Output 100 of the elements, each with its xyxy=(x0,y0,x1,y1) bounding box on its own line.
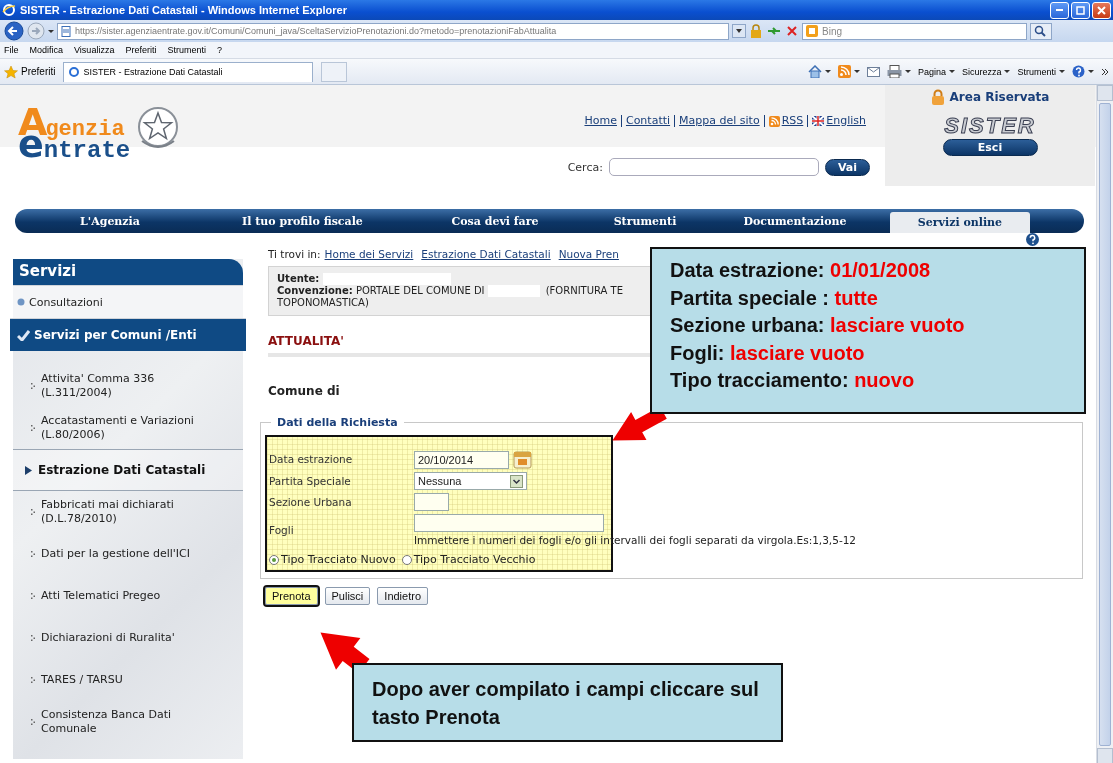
radio-label: Tipo Tracciato Nuovo xyxy=(281,553,396,566)
fieldset-legend: Dati della Richiesta xyxy=(271,416,404,429)
favorites-button[interactable]: Preferiti xyxy=(21,66,56,77)
field-label: Sezione Urbana xyxy=(269,496,353,508)
minimize-button[interactable] xyxy=(1050,1,1069,19)
header-link[interactable]: Mappa del sito xyxy=(674,115,764,127)
caret-icon xyxy=(1088,70,1094,73)
sidebar-subitem[interactable]: TARES / TARSU xyxy=(13,659,243,701)
search-icon[interactable] xyxy=(1030,22,1052,40)
sidebar-item[interactable]: Servizi per Comuni /Enti xyxy=(10,318,246,351)
menu-item[interactable]: ? xyxy=(216,45,222,55)
caret-icon xyxy=(1059,70,1065,73)
breadcrumb-link[interactable]: Estrazione Dati Catastali xyxy=(421,248,551,260)
printer-icon[interactable] xyxy=(886,65,902,78)
nav-tab[interactable]: Strumenti xyxy=(590,209,700,233)
maximize-icon xyxy=(1076,5,1085,15)
page-icon xyxy=(61,25,71,37)
sidebar-item[interactable]: Consultazioni xyxy=(13,285,243,318)
form-button[interactable]: Pulisci xyxy=(324,587,371,605)
select-field[interactable]: Nessuna xyxy=(414,472,527,490)
toolbar-menu[interactable]: Sicurezza xyxy=(961,66,1002,77)
date-field[interactable]: 20/10/2014 xyxy=(414,451,509,469)
search-field[interactable]: Bing xyxy=(802,22,1027,40)
browser-icon xyxy=(2,3,16,17)
sidebar-subitem[interactable]: Accatastamenti e Variazioni (L.80/2006) xyxy=(13,407,243,449)
back-icon[interactable] xyxy=(4,21,24,41)
feed-icon[interactable] xyxy=(837,65,851,78)
address-field[interactable]: https://sister.agenziaentrate.gov.it/Comuni/Comuni_java/SceltaServizioPrenotazioni.do?metodo=prenotazioniFabAttualita xyxy=(57,22,729,40)
mail-icon[interactable] xyxy=(866,66,880,77)
breadcrumb-label: Ti trovi in: xyxy=(268,248,321,260)
nav-tab[interactable]: Servizi online xyxy=(890,212,1030,233)
radio-label: Tipo Tracciato Vecchio xyxy=(413,553,536,566)
search-field[interactable] xyxy=(608,158,819,176)
menu-item[interactable]: Strumenti xyxy=(167,45,206,55)
nav-tab[interactable]: Il tuo profilo fiscale xyxy=(205,209,400,233)
sidebar-subitem[interactable]: Estrazione Dati Catastali xyxy=(13,449,243,491)
sidebar-subitem[interactable]: Consistenza Banca Dati Comunale xyxy=(13,701,243,743)
breadcrumb-link[interactable]: Home dei Servizi xyxy=(324,248,414,260)
bullet-icon xyxy=(31,509,35,515)
input-field[interactable] xyxy=(414,514,604,532)
input-field[interactable] xyxy=(414,493,449,511)
caret-icon xyxy=(853,70,860,73)
help-icon[interactable] xyxy=(1026,233,1039,246)
logout-button[interactable]: Esci xyxy=(942,139,1038,156)
municipality-label: Comune di xyxy=(268,384,341,398)
form-button[interactable]: Indietro xyxy=(377,587,429,605)
calendar-icon[interactable] xyxy=(513,449,533,469)
callout-label: Data estrazione: xyxy=(670,259,825,281)
maximize-button[interactable] xyxy=(1071,1,1090,19)
bullet-icon xyxy=(31,551,35,557)
caret-icon xyxy=(1004,70,1011,73)
sidebar-title: Servizi xyxy=(13,259,243,285)
help-icon[interactable] xyxy=(1072,65,1085,78)
nav-tab[interactable]: Cosa devi fare xyxy=(400,209,590,233)
window-title: SISTER - Estrazione Dati Catastali - Windows Internet Explorer xyxy=(20,4,347,16)
bullet-icon xyxy=(31,425,35,431)
form-button[interactable]: Prenota xyxy=(265,587,318,605)
field-label: Fogli xyxy=(269,524,295,536)
bullet-icon xyxy=(31,383,35,389)
search-button[interactable]: Vai xyxy=(824,158,870,176)
callout-label: Tipo tracciamento: xyxy=(670,369,849,391)
agreement-text: PORTALE DEL COMUNE DI xyxy=(355,285,485,296)
dropdown-icon[interactable] xyxy=(732,24,746,38)
sidebar-subitem[interactable]: Dati per la gestione dell'ICI xyxy=(13,533,243,575)
toolbar-menu[interactable]: Pagina xyxy=(917,66,946,77)
sidebar-subitem[interactable]: Attivita' Comma 336 (L.311/2004) xyxy=(13,365,243,407)
caret-icon xyxy=(824,70,831,73)
menu-item[interactable]: Visualizza xyxy=(74,45,115,55)
feed-icon xyxy=(768,115,780,127)
flag-icon xyxy=(812,116,825,126)
nav-tab[interactable]: Documentazione xyxy=(700,209,890,233)
toolbar-menu[interactable]: Strumenti xyxy=(1017,66,1056,77)
browser-tab[interactable]: SISTER - Estrazione Dati Catastali xyxy=(63,61,314,82)
sidebar-subitem[interactable]: Atti Telematici Pregeo xyxy=(13,575,243,617)
triangle-icon xyxy=(25,465,32,475)
sidebar-subitem[interactable]: Dichiarazioni di Ruralita' xyxy=(13,617,243,659)
sidebar-subitem[interactable]: Fabbricati mai dichiarati (D.L.78/2010) xyxy=(13,491,243,533)
stop-icon[interactable] xyxy=(785,24,799,38)
menu-item[interactable]: Preferiti xyxy=(125,45,157,55)
header-link[interactable]: Contatti xyxy=(620,115,675,127)
radio-button[interactable] xyxy=(401,554,412,565)
user-label: Utente: xyxy=(277,273,320,284)
bullet-icon xyxy=(31,635,35,641)
callout-value: lasciare vuoto xyxy=(830,314,965,336)
chevron-icon[interactable] xyxy=(1101,67,1109,76)
header-link[interactable]: RSS xyxy=(763,115,808,127)
home-icon[interactable] xyxy=(807,65,822,78)
agreement-text: (FORNITURA TE xyxy=(545,285,624,296)
close-button[interactable] xyxy=(1092,1,1111,19)
breadcrumb-link[interactable]: Nuova Pren xyxy=(558,248,619,260)
nav-tab[interactable]: L'Agenzia xyxy=(15,209,205,233)
header-link[interactable]: English xyxy=(807,115,870,127)
menu-item[interactable]: Modifica xyxy=(29,45,64,55)
radio-button[interactable] xyxy=(269,554,279,565)
callout-value: 01/01/2008 xyxy=(830,259,931,281)
menu-item[interactable]: File xyxy=(4,45,19,55)
address-text: https://sister.agenziaentrate.gov.it/Comuni/Comuni_java/SceltaServizioPrenotazioni.do?metodo=prenotazioniFabAttualita xyxy=(75,26,557,36)
callout-label: Sezione urbana: xyxy=(670,314,825,336)
caret-icon xyxy=(904,70,911,73)
header-link[interactable]: Home xyxy=(580,115,621,127)
